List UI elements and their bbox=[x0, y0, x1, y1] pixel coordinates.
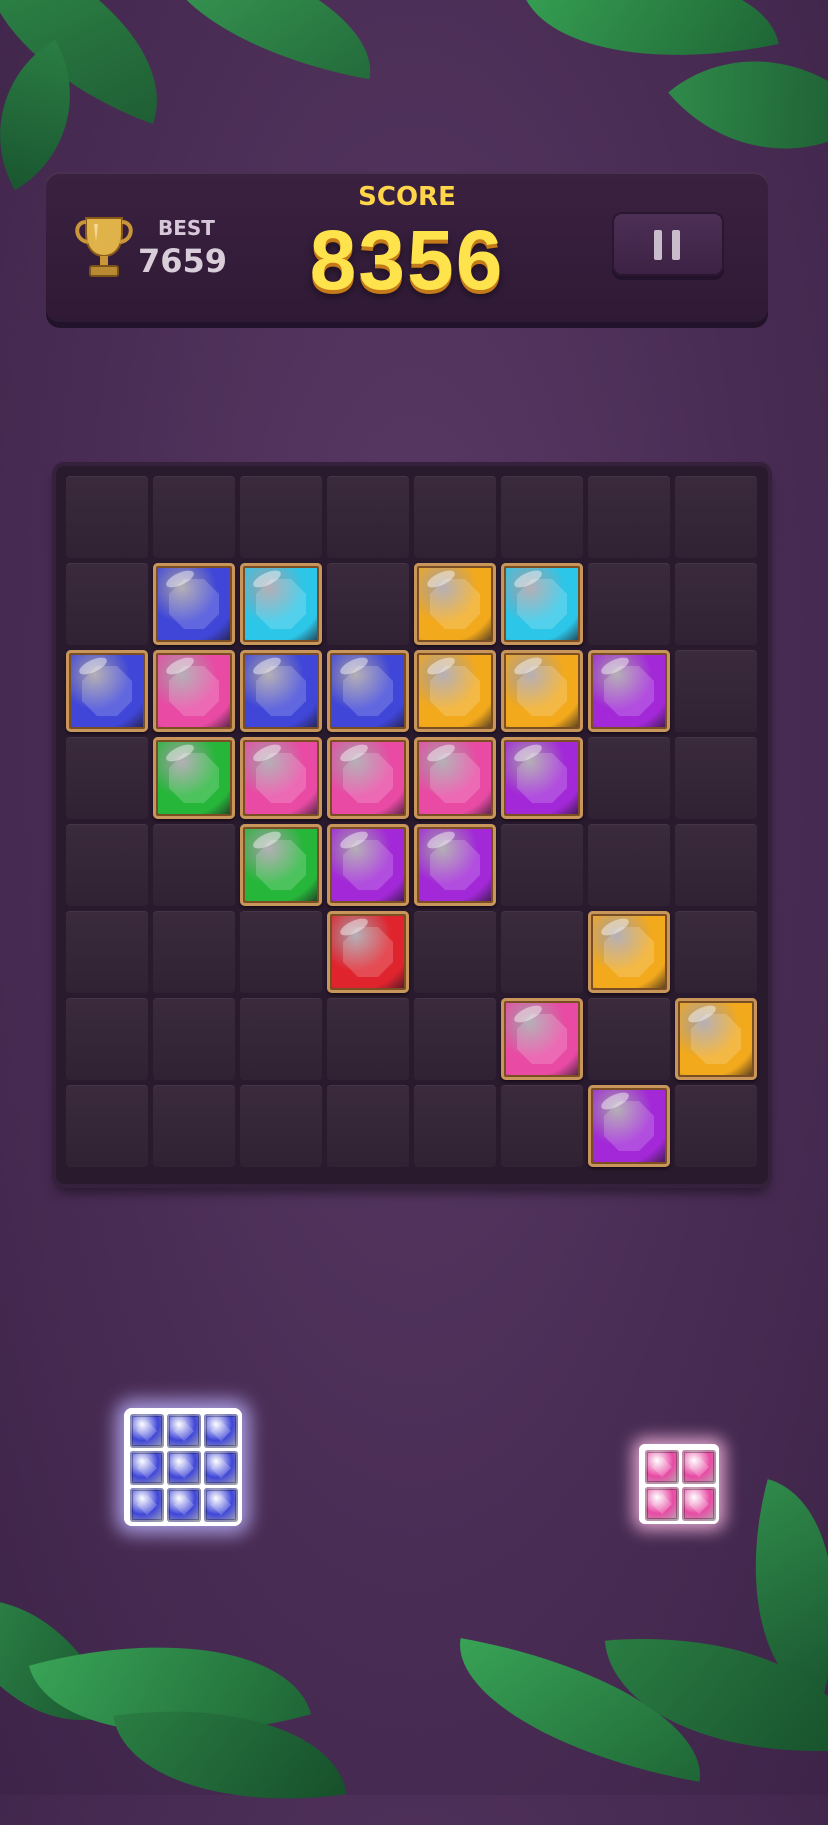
pink-gem-block bbox=[153, 650, 235, 732]
board-cell[interactable] bbox=[153, 1085, 235, 1167]
score-label: SCORE bbox=[358, 182, 456, 212]
pink-mini-gem bbox=[682, 1450, 716, 1484]
piece-blue-3x3[interactable] bbox=[124, 1408, 242, 1526]
purple-gem-block bbox=[588, 650, 670, 732]
board-cell[interactable] bbox=[240, 998, 322, 1080]
board-cell[interactable] bbox=[414, 911, 496, 993]
board-cell[interactable] bbox=[588, 824, 670, 906]
board-cell[interactable] bbox=[66, 1085, 148, 1167]
blue-gem-block bbox=[327, 650, 409, 732]
cyan-gem-block bbox=[501, 563, 583, 645]
pink-mini-gem bbox=[645, 1450, 679, 1484]
board-cell[interactable] bbox=[240, 476, 322, 558]
board-cell[interactable] bbox=[501, 1085, 583, 1167]
purple-gem-block bbox=[327, 824, 409, 906]
pause-icon bbox=[654, 230, 682, 260]
blue-mini-gem bbox=[204, 1488, 238, 1522]
leaves-top-right bbox=[500, 0, 828, 208]
blue-mini-gem bbox=[167, 1414, 201, 1448]
board-cell[interactable] bbox=[240, 911, 322, 993]
board-cell[interactable] bbox=[327, 563, 409, 645]
board-cell[interactable] bbox=[66, 476, 148, 558]
board-cell[interactable] bbox=[153, 998, 235, 1080]
board-cell[interactable] bbox=[675, 476, 757, 558]
board-cell[interactable] bbox=[588, 563, 670, 645]
board-cell[interactable] bbox=[414, 1085, 496, 1167]
board-cell[interactable] bbox=[675, 911, 757, 993]
board-cell[interactable] bbox=[675, 1085, 757, 1167]
pink-gem-block bbox=[414, 737, 496, 819]
blue-mini-gem bbox=[130, 1414, 164, 1448]
green-gem-block bbox=[240, 824, 322, 906]
orange-gem-block bbox=[588, 911, 670, 993]
board-cell[interactable] bbox=[501, 824, 583, 906]
score-header: BEST 7659 SCORE 8356 bbox=[46, 172, 768, 322]
game-board[interactable] bbox=[56, 466, 768, 1184]
board-cell[interactable] bbox=[327, 998, 409, 1080]
board-cell[interactable] bbox=[153, 824, 235, 906]
blue-mini-gem bbox=[204, 1414, 238, 1448]
orange-gem-block bbox=[675, 998, 757, 1080]
orange-gem-block bbox=[414, 650, 496, 732]
blue-gem-block bbox=[66, 650, 148, 732]
board-cell[interactable] bbox=[327, 1085, 409, 1167]
board-cell[interactable] bbox=[153, 911, 235, 993]
blue-mini-gem bbox=[167, 1488, 201, 1522]
board-cell[interactable] bbox=[240, 1085, 322, 1167]
board-cell[interactable] bbox=[675, 563, 757, 645]
pause-button[interactable] bbox=[612, 212, 724, 276]
blue-mini-gem bbox=[167, 1451, 201, 1485]
board-cell[interactable] bbox=[153, 476, 235, 558]
blue-gem-block bbox=[240, 650, 322, 732]
cyan-gem-block bbox=[240, 563, 322, 645]
orange-gem-block bbox=[501, 650, 583, 732]
board-cell[interactable] bbox=[675, 650, 757, 732]
board-cell[interactable] bbox=[327, 476, 409, 558]
board-cell[interactable] bbox=[501, 911, 583, 993]
blue-mini-gem bbox=[130, 1451, 164, 1485]
red-gem-block bbox=[327, 911, 409, 993]
purple-gem-block bbox=[501, 737, 583, 819]
board-cell[interactable] bbox=[588, 737, 670, 819]
pink-mini-gem bbox=[645, 1487, 679, 1521]
board-cell[interactable] bbox=[675, 737, 757, 819]
board-cell[interactable] bbox=[66, 998, 148, 1080]
blue-gem-block bbox=[153, 563, 235, 645]
blue-mini-gem bbox=[204, 1451, 238, 1485]
blue-mini-gem bbox=[130, 1488, 164, 1522]
board-cell[interactable] bbox=[66, 737, 148, 819]
purple-gem-block bbox=[414, 824, 496, 906]
green-gem-block bbox=[153, 737, 235, 819]
pink-gem-block bbox=[501, 998, 583, 1080]
purple-gem-block bbox=[588, 1085, 670, 1167]
leaves-bottom-right bbox=[443, 1479, 828, 1795]
board-cell[interactable] bbox=[66, 563, 148, 645]
board-cell[interactable] bbox=[414, 476, 496, 558]
orange-gem-block bbox=[414, 563, 496, 645]
board-cell[interactable] bbox=[588, 476, 670, 558]
pink-mini-gem bbox=[682, 1487, 716, 1521]
board-cell[interactable] bbox=[66, 911, 148, 993]
pink-gem-block bbox=[327, 737, 409, 819]
board-cell[interactable] bbox=[66, 824, 148, 906]
board-cell[interactable] bbox=[675, 824, 757, 906]
board-cell[interactable] bbox=[414, 998, 496, 1080]
leaves-top-left bbox=[0, 0, 387, 200]
leaves-bottom-left bbox=[0, 1560, 347, 1825]
piece-pink-2x2[interactable] bbox=[639, 1444, 719, 1524]
board-cell[interactable] bbox=[501, 476, 583, 558]
board-cell[interactable] bbox=[588, 998, 670, 1080]
pink-gem-block bbox=[240, 737, 322, 819]
